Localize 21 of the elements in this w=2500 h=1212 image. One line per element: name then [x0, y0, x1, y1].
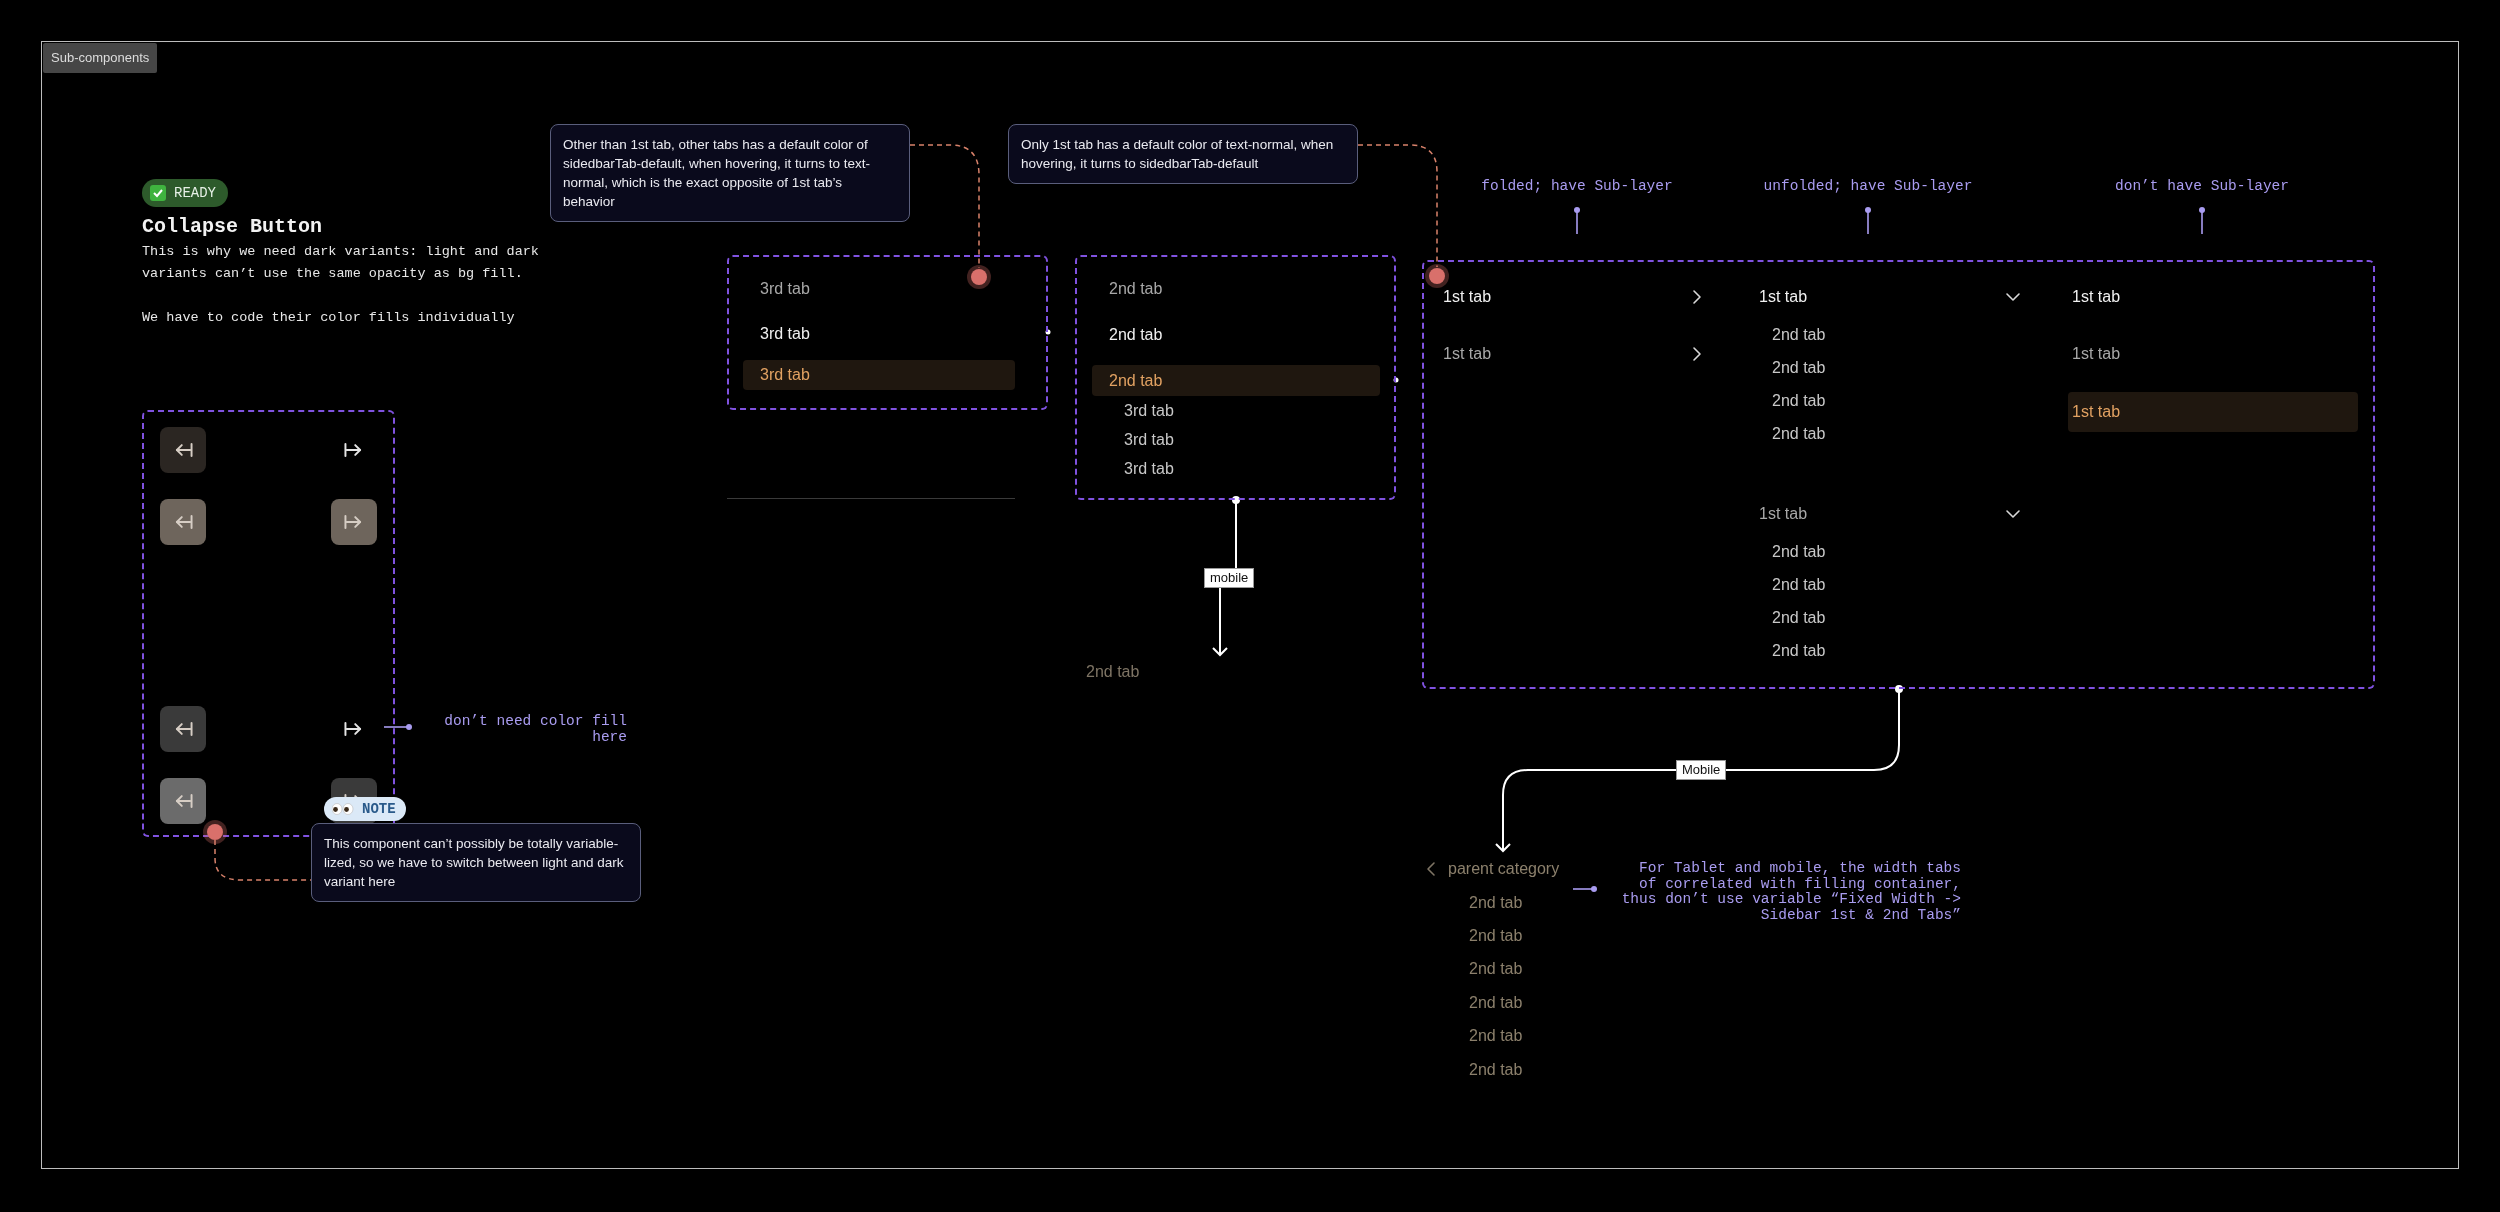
column-caption: folded; have Sub-layer [1481, 177, 1673, 196]
description-text: This is why we need dark variants: light and dark variants can’t use the same opacity as bg fill. [142, 243, 540, 283]
note-text: Only 1st tab has a default color of text-normal, when hovering, it turns to sidedbarTab-default [1008, 124, 1358, 184]
note-text: This component can’t possibly be totally variable-lized, so we have to switch between light and dark variant here [311, 823, 641, 902]
annotation-text: don’t need color fill here [443, 714, 627, 745]
section-title: Collapse Button [142, 214, 323, 240]
connector-label: Mobile [1676, 760, 1727, 780]
note-text: Other than 1st tab, other tabs has a default color of sidedbarTab-default, when hovering, it turns to text-normal, which is the exact opposite of 1st tab’s behavior [550, 124, 910, 222]
connector-label: mobile [1204, 568, 1255, 588]
annotation-text: For Tablet and mobile, the width tabs of correlated with filling container, thus don’t use variable “Fixed Width -> Sidebar 1st & 2nd Tabs” [1620, 861, 1961, 923]
column-caption: unfolded; have Sub-layer [1763, 177, 1973, 196]
tab-label: 1st tab [1759, 287, 1808, 307]
description-text: We have to code their color fills individually [142, 309, 516, 327]
tab-label: 1st tab [1443, 344, 1492, 364]
badge-label: READY [174, 184, 216, 203]
tab-label: 1st tab [1443, 287, 1492, 307]
badge-label: NOTE [362, 800, 396, 819]
tab-label: 1st tab [1759, 504, 1808, 524]
back-label: parent category [1448, 859, 1560, 879]
column-caption: don’t have Sub-layer [2115, 177, 2289, 196]
frame-label: Sub-components [43, 43, 158, 73]
